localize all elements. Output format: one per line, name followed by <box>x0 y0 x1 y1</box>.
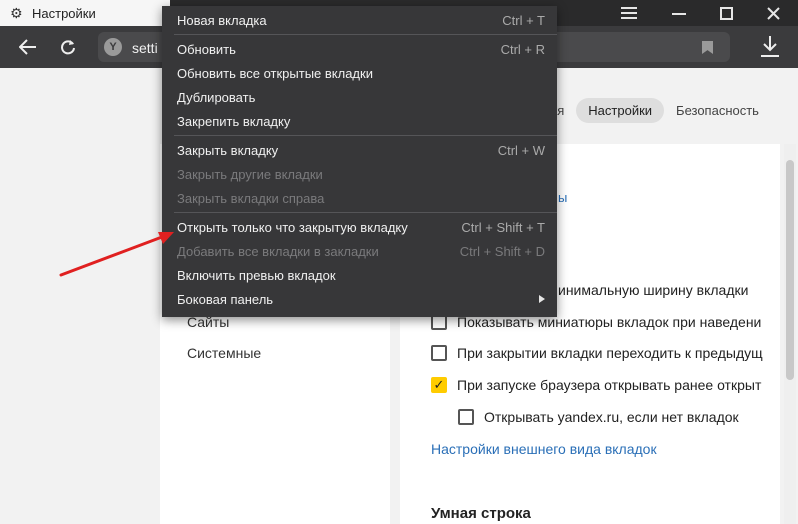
annotation-arrow <box>59 232 174 277</box>
